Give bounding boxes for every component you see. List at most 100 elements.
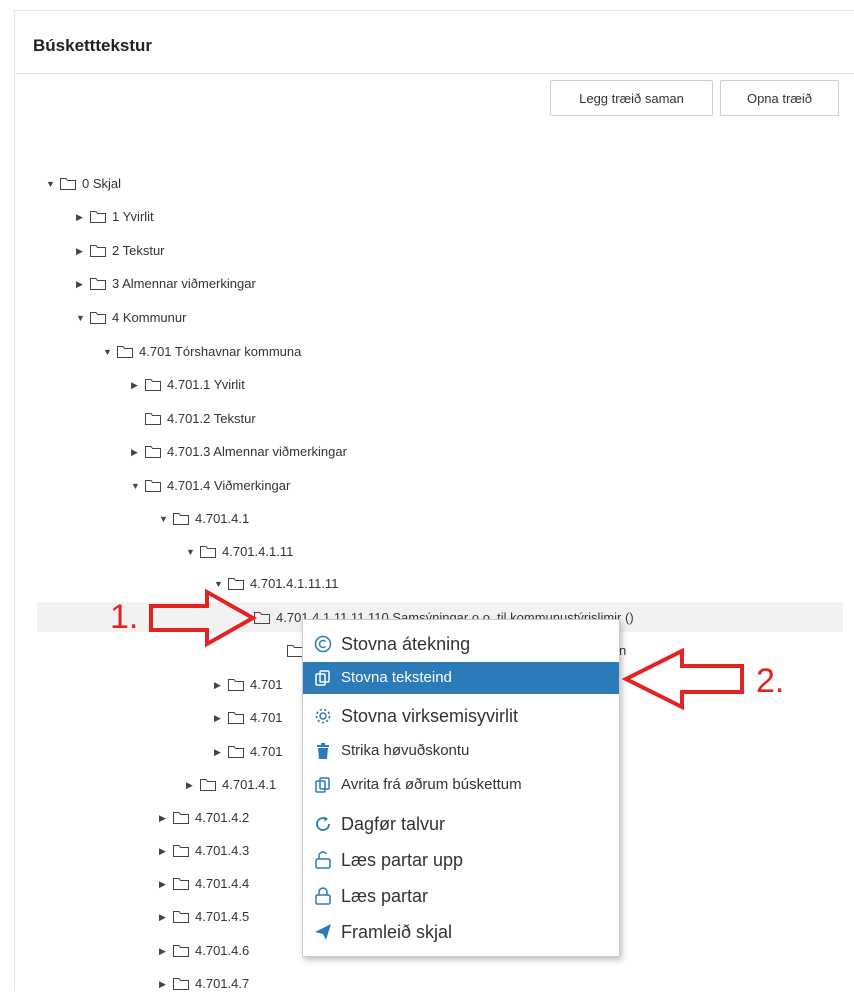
expand-down-icon[interactable]: ▼ [76,307,90,329]
copyright-icon [313,628,333,660]
tree-node-4-701-4-1-11[interactable]: ▼ 4.701.4.1.11 [186,541,293,563]
tree-node-hidden-c[interactable]: ▶ 4.701 [214,741,283,763]
menu-item-copy-from-other-budgets[interactable]: Avrita frá øðrum búskettum [303,769,619,801]
tree-node-label: 4.701 Tórshavnar kommuna [139,344,302,359]
menu-item-label: Stovna virksemisyvirlit [341,706,519,726]
folder-icon [228,679,244,691]
menu-item-label: Avrita frá øðrum búskettum [341,776,522,793]
tree-node-4-701[interactable]: ▼ 4.701 Tórshavnar kommuna [103,341,301,363]
expand-right-icon[interactable]: ▶ [131,374,145,396]
tree-node-label: 4.701 [250,677,283,692]
folder-icon [90,278,106,290]
expand-down-icon[interactable]: ▼ [159,508,173,530]
tree-node-label: 4.701 [250,710,283,725]
folder-icon [200,779,216,791]
folder-icon [90,312,106,324]
menu-item-unlock-parts[interactable]: Læs partar upp [303,844,619,876]
tree-node-4-701-4-2[interactable]: ▶ 4.701.4.2 [159,807,249,829]
unlock-icon [313,844,333,876]
menu-item-create-text-unit[interactable]: Stovna teksteind [303,662,619,694]
expand-right-icon[interactable]: ▶ [76,273,90,295]
tree-node-label: 1 Yvirlit [112,209,154,224]
tree-node-label: 4.701.3 Almennar viðmerkingar [167,444,347,459]
folder-icon [173,513,189,525]
folder-icon [145,413,161,425]
annotation-arrow-left-icon [622,647,744,711]
tree-node-4-701-4[interactable]: ▼ 4.701.4 Viðmerkingar [131,475,290,497]
menu-item-delete-main-account[interactable]: Strika høvuðskontu [303,735,619,767]
lock-icon [313,880,333,912]
tree-node-label: 4.701 [250,744,283,759]
expand-right-icon[interactable]: ▶ [186,774,200,796]
tree-node-4-701-4-7[interactable]: ▶ 4.701.4.7 [159,973,249,995]
menu-item-label: Strika høvuðskontu [341,742,470,759]
tree-node-hidden-a[interactable]: ▶ 4.701 [214,674,283,696]
menu-item-create-annotation[interactable]: Stovna átekning [303,628,619,660]
expand-right-icon[interactable]: ▶ [159,973,173,995]
tree-node-label: 4.701.2 Tekstur [167,411,256,426]
menu-item-label: Dagfør talvur [341,814,446,834]
tree-node-3[interactable]: ▶ 3 Almennar viðmerkingar [76,273,256,295]
expand-right-icon[interactable]: ▶ [159,906,173,928]
menu-item-update-tables[interactable]: Dagfør talvur [303,808,619,840]
expand-right-icon[interactable]: ▶ [159,873,173,895]
expand-right-icon[interactable]: ▶ [214,741,228,763]
tree-node-4[interactable]: ▼ 4 Kommunur [76,307,186,329]
tree-node-label: 0 Skjal [82,176,122,191]
tree-node-hidden-d[interactable]: ▶ 4.701.4.1 [186,774,276,796]
annotation-step-2: 2. [756,662,785,700]
menu-item-create-activity-overview[interactable]: Stovna virksemisyvirlit [303,700,619,732]
tree-node-1[interactable]: ▶ 1 Yvirlit [76,206,154,228]
send-icon [313,916,333,948]
folder-icon [60,178,76,190]
folder-icon [90,245,106,257]
expand-right-icon[interactable]: ▶ [214,707,228,729]
menu-item-lock-parts[interactable]: Læs partar [303,880,619,912]
expand-right-icon[interactable]: ▶ [76,206,90,228]
tree-node-label: 4.701.1 Yvirlit [167,377,245,392]
annotation-arrow-right-icon [149,588,258,648]
context-menu: Stovna átekning Stovna teksteind Stovna … [302,619,620,957]
expand-right-icon[interactable]: ▶ [159,840,173,862]
expand-down-icon[interactable]: ▼ [103,341,117,363]
open-tree-button[interactable]: Opna træið [720,80,839,116]
folder-icon [228,712,244,724]
expand-down-icon[interactable]: ▼ [186,541,200,563]
tree-node-hidden-b[interactable]: ▶ 4.701 [214,707,283,729]
cogs-icon [313,700,333,732]
tree-node-label: 4.701.4.4 [195,876,250,891]
expand-down-icon[interactable]: ▼ [131,475,145,497]
tree-node-label: 4.701.4.1.11 [222,544,294,559]
menu-item-generate-document[interactable]: Framleið skjal [303,916,619,948]
expand-right-icon[interactable]: ▶ [159,940,173,962]
expand-right-icon[interactable]: ▶ [76,240,90,262]
refresh-icon [313,808,333,840]
menu-item-label: Læs partar [341,886,429,906]
folder-icon [173,978,189,990]
trash-icon [313,735,333,767]
tree-node-4-701-3[interactable]: ▶ 4.701.3 Almennar viðmerkingar [131,441,347,463]
collapse-tree-button[interactable]: Legg træið saman [550,80,713,116]
tree-node-label: 4.701.4.5 [195,909,250,924]
folder-icon [173,945,189,957]
tree-node-4-701-4-3[interactable]: ▶ 4.701.4.3 [159,840,249,862]
expand-right-icon[interactable]: ▶ [131,441,145,463]
expand-right-icon[interactable]: ▶ [214,674,228,696]
expand-down-icon[interactable]: ▼ [46,173,60,195]
tree-node-4-701-4-6[interactable]: ▶ 4.701.4.6 [159,940,249,962]
menu-item-label: Stovna átekning [341,634,471,654]
tree-node-label: 4.701.4.1.11.11 [250,576,339,591]
tree-node-4-701-4-1[interactable]: ▼ 4.701.4.1 [159,508,249,530]
tree-node-4-701-4-5[interactable]: ▶ 4.701.4.5 [159,906,249,928]
tree-node-4-701-1[interactable]: ▶ 4.701.1 Yvirlit [131,374,245,396]
tree-node-label: 4.701.4.7 [195,976,250,991]
tree-node-0[interactable]: ▼ 0 Skjal [46,173,121,195]
tree-node-label: 4.701.4.1 [195,511,250,526]
tree-node-label: 4.701.4 Viðmerkingar [167,478,291,493]
folder-icon [145,446,161,458]
tree-node-2[interactable]: ▶ 2 Tekstur [76,240,165,262]
panel-header: Búsketttekstur [15,11,854,74]
expand-right-icon[interactable]: ▶ [159,807,173,829]
tree-node-4-701-2[interactable]: 4.701.2 Tekstur [131,408,256,430]
tree-node-4-701-4-4[interactable]: ▶ 4.701.4.4 [159,873,249,895]
